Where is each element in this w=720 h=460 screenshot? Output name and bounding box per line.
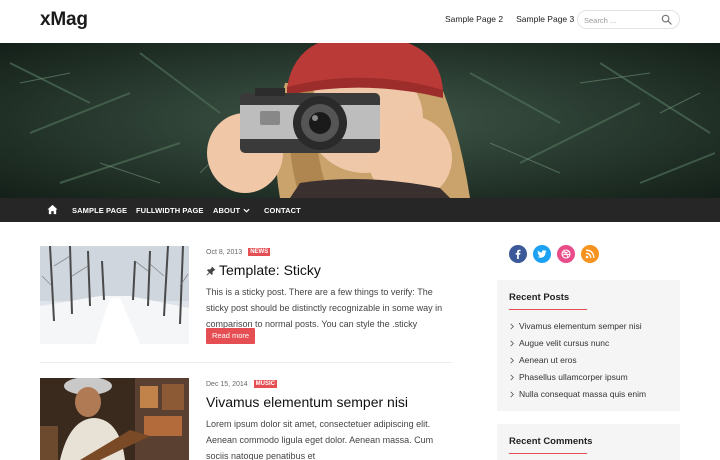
- recent-post-item[interactable]: Vivamus elementum semper nisi: [509, 320, 646, 337]
- top-nav-sample-page-3[interactable]: Sample Page 3: [516, 14, 574, 24]
- nav-item-contact[interactable]: CONTACT: [264, 206, 301, 215]
- widget-title: Recent Posts: [509, 292, 570, 303]
- post-thumbnail[interactable]: [40, 246, 189, 344]
- post-thumbnail[interactable]: [40, 378, 189, 460]
- chevron-right-icon: [510, 374, 514, 381]
- chevron-down-icon: [243, 208, 250, 213]
- facebook-icon[interactable]: [509, 245, 527, 263]
- post-meta: Oct 8, 2013 NEWS: [206, 248, 271, 256]
- post-title-text: Template: Sticky: [219, 262, 321, 278]
- post-excerpt: This is a sticky post. There are a few t…: [206, 287, 443, 329]
- recent-posts-widget: Recent Posts Vivamus elementum semper ni…: [497, 280, 680, 411]
- pin-icon: [206, 266, 216, 276]
- chevron-right-icon: [510, 340, 514, 347]
- chevron-right-icon: [510, 391, 514, 398]
- category-badge[interactable]: MUSIC: [253, 380, 277, 388]
- nav-item-fullwidth-page[interactable]: FULLWIDTH PAGE: [136, 206, 204, 215]
- site-header: xMag Sample Page 2 Sample Page 3: [0, 0, 720, 43]
- site-logo[interactable]: xMag: [40, 9, 88, 31]
- hero-banner-image: [0, 43, 720, 198]
- recent-comments-widget: Recent Comments: [497, 424, 680, 460]
- nav-item-sample-page[interactable]: SAMPLE PAGE: [72, 206, 127, 215]
- chevron-right-icon: [510, 323, 514, 330]
- post-divider: [40, 362, 452, 363]
- recent-post-link[interactable]: Nulla consequat massa quis enim: [519, 389, 646, 399]
- nav-item-about-label: ABOUT: [213, 206, 241, 215]
- recent-post-item[interactable]: Nulla consequat massa quis enim: [509, 388, 646, 405]
- search-box: [577, 10, 680, 29]
- dribbble-icon[interactable]: [557, 245, 575, 263]
- search-icon[interactable]: [661, 14, 672, 25]
- recent-post-link[interactable]: Aenean ut eros: [519, 355, 577, 365]
- recent-post-link[interactable]: Phasellus ullamcorper ipsum: [519, 372, 628, 382]
- recent-post-item[interactable]: Aenean ut eros: [509, 354, 646, 371]
- top-nav: Sample Page 2 Sample Page 3: [445, 14, 574, 24]
- recent-post-item[interactable]: Augue velit cursus nunc: [509, 337, 646, 354]
- widget-title: Recent Comments: [509, 436, 593, 447]
- post-excerpt: Lorem ipsum dolor sit amet, consectetuer…: [206, 419, 434, 460]
- twitter-icon[interactable]: [533, 245, 551, 263]
- recent-post-item[interactable]: Phasellus ullamcorper ipsum: [509, 371, 646, 388]
- top-nav-sample-page-2[interactable]: Sample Page 2: [445, 14, 503, 24]
- category-badge[interactable]: NEWS: [248, 248, 271, 256]
- widget-title-underline: [509, 453, 587, 454]
- social-links: [509, 245, 599, 263]
- nav-item-about[interactable]: ABOUT: [213, 206, 250, 215]
- widget-title-underline: [509, 309, 587, 310]
- recent-posts-list: Vivamus elementum semper nisi Augue veli…: [509, 320, 646, 405]
- post-card: Oct 8, 2013 NEWS Template: Sticky This i…: [40, 246, 452, 356]
- chevron-right-icon: [510, 357, 514, 364]
- post-title[interactable]: Template: Sticky: [206, 262, 321, 278]
- main-navigation: SAMPLE PAGE FULLWIDTH PAGE ABOUT CONTACT: [0, 198, 720, 222]
- post-card: Dec 15, 2014 MUSIC Vivamus elementum sem…: [40, 378, 452, 460]
- rss-icon[interactable]: [581, 245, 599, 263]
- post-meta: Dec 15, 2014 MUSIC: [206, 380, 277, 388]
- home-icon[interactable]: [47, 204, 58, 215]
- read-more-button[interactable]: Read more: [206, 328, 256, 344]
- post-date[interactable]: Dec 15, 2014: [206, 381, 248, 388]
- search-input[interactable]: [584, 14, 659, 26]
- recent-post-link[interactable]: Augue velit cursus nunc: [519, 338, 609, 348]
- post-title[interactable]: Vivamus elementum semper nisi: [206, 394, 408, 410]
- recent-post-link[interactable]: Vivamus elementum semper nisi: [519, 321, 642, 331]
- post-date[interactable]: Oct 8, 2013: [206, 249, 242, 256]
